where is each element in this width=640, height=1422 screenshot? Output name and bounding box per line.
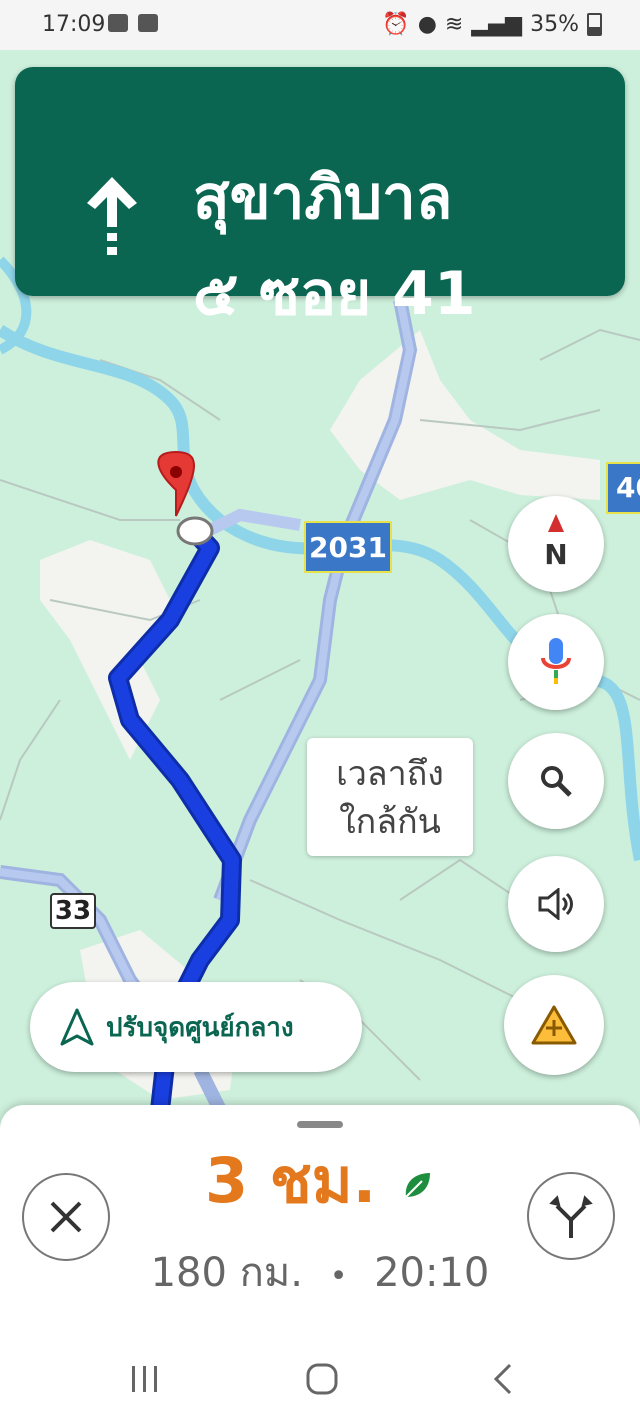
arrival-time: 20:10 <box>374 1250 490 1296</box>
microphone-icon <box>541 638 571 684</box>
sound-button[interactable] <box>508 856 604 952</box>
route-number-label: 2031 <box>304 521 392 573</box>
trip-distance: 180 กม. <box>150 1250 303 1296</box>
route-number-label-right: 40 <box>606 462 640 514</box>
route-split-icon <box>549 1195 593 1238</box>
wifi-icon: ≋ <box>444 12 464 37</box>
notification-icon <box>108 14 128 32</box>
battery-icon <box>587 13 602 36</box>
clock-app-icon <box>138 14 158 32</box>
voice-search-button[interactable] <box>508 614 604 710</box>
eta-duration: 3 ชม. <box>205 1144 377 1217</box>
navigation-instruction-banner[interactable]: สุขาภิบาล ๕ ซอย 41 <box>15 67 625 329</box>
street-name-line2: ๕ ซอย 41 <box>193 259 476 329</box>
trip-distance-arrival: 180 กม. • 20:10 <box>0 1243 640 1307</box>
highway-shield: 33 <box>50 893 96 929</box>
close-icon <box>50 1201 82 1233</box>
recenter-label: ปรับจุดศูนย์กลาง <box>106 1012 294 1043</box>
compass-button[interactable]: N <box>508 496 604 592</box>
eco-leaf-icon <box>405 1173 430 1198</box>
speaker-icon <box>538 888 573 920</box>
recenter-button[interactable]: ปรับจุดศูนย์กลาง <box>30 982 362 1072</box>
system-navigation-bar <box>0 1340 640 1422</box>
signal-icon: ▂▄▆ <box>471 12 523 37</box>
callout-line1: เวลาถึง <box>336 754 444 794</box>
report-incident-button[interactable] <box>504 975 604 1075</box>
navigation-arrow-icon <box>60 1008 94 1046</box>
straight-arrow-icon <box>87 177 137 255</box>
sheet-drag-handle[interactable] <box>297 1121 343 1128</box>
compass-letter: N <box>544 538 568 571</box>
status-bar: 17:09 ⏰ ● ≋ ▂▄▆ 35% <box>0 0 640 50</box>
status-time: 17:09 <box>42 12 106 37</box>
alt-route-callout[interactable]: เวลาถึง ใกล้กัน <box>307 738 473 856</box>
search-icon <box>541 766 572 797</box>
callout-line2: ใกล้กัน <box>339 802 441 842</box>
warning-add-icon <box>531 1005 577 1045</box>
home-icon[interactable] <box>305 1362 339 1396</box>
back-icon[interactable] <box>490 1362 514 1396</box>
battery-percent: 35% <box>530 12 579 37</box>
info-separator: • <box>329 1259 348 1294</box>
location-icon: ● <box>417 12 437 37</box>
alarm-icon: ⏰ <box>382 12 410 37</box>
search-button[interactable] <box>508 733 604 829</box>
compass-arrow-icon <box>548 514 564 532</box>
recent-apps-icon[interactable] <box>130 1362 160 1396</box>
street-name-line1: สุขาภิบาล <box>193 163 453 233</box>
